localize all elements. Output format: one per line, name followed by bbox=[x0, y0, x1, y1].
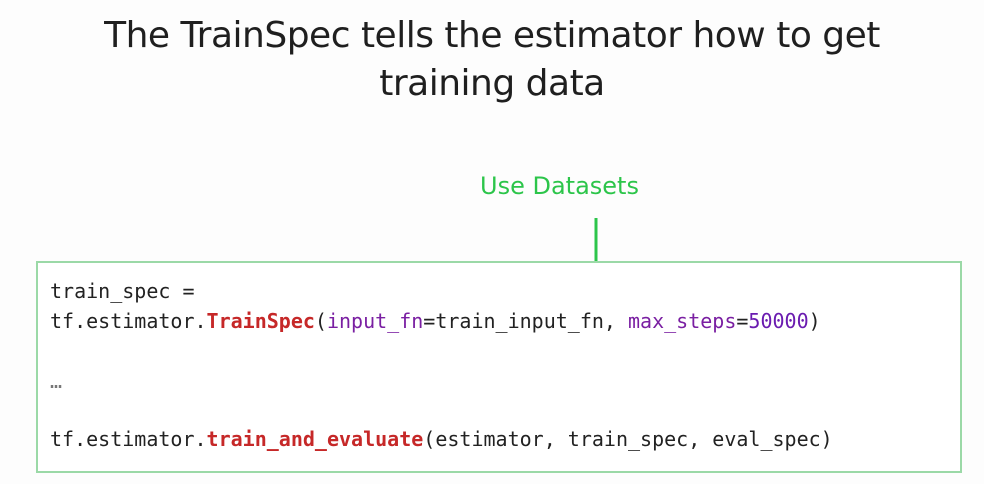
code-line-trainspec: tf.estimator.TrainSpec(input_fn=train_in… bbox=[50, 307, 821, 335]
code-arg-input-fn-value: =train_input_fn, bbox=[423, 309, 628, 333]
code-line-assign: train_spec = bbox=[50, 279, 195, 303]
title-line-1: The TrainSpec tells the estimator how to… bbox=[104, 15, 880, 56]
code-max-steps-value: 50000 bbox=[748, 309, 809, 333]
code-paren-open: ( bbox=[314, 309, 327, 333]
code-arg-max-steps: max_steps bbox=[628, 309, 737, 333]
code-prefix-2: tf.estimator. bbox=[50, 427, 207, 451]
code-args-2: (estimator, train_spec, eval_spec) bbox=[423, 427, 833, 451]
use-datasets-callout: Use Datasets bbox=[480, 172, 639, 200]
code-paren-close: ) bbox=[808, 309, 821, 333]
slide-title: The TrainSpec tells the estimator how to… bbox=[40, 12, 944, 108]
code-block: train_spec = tf.estimator.TrainSpec(inpu… bbox=[36, 261, 962, 473]
code-function-train-and-evaluate: train_and_evaluate bbox=[206, 427, 424, 451]
title-line-2: training data bbox=[379, 63, 605, 104]
code-equals: = bbox=[736, 309, 749, 333]
code-prefix: tf.estimator. bbox=[50, 309, 207, 333]
code-ellipsis: … bbox=[50, 369, 63, 393]
code-line-train-and-evaluate: tf.estimator.train_and_evaluate(estimato… bbox=[50, 425, 833, 453]
code-function-trainspec: TrainSpec bbox=[206, 309, 315, 333]
code-arg-input-fn: input_fn bbox=[326, 309, 424, 333]
slide: The TrainSpec tells the estimator how to… bbox=[0, 0, 984, 484]
